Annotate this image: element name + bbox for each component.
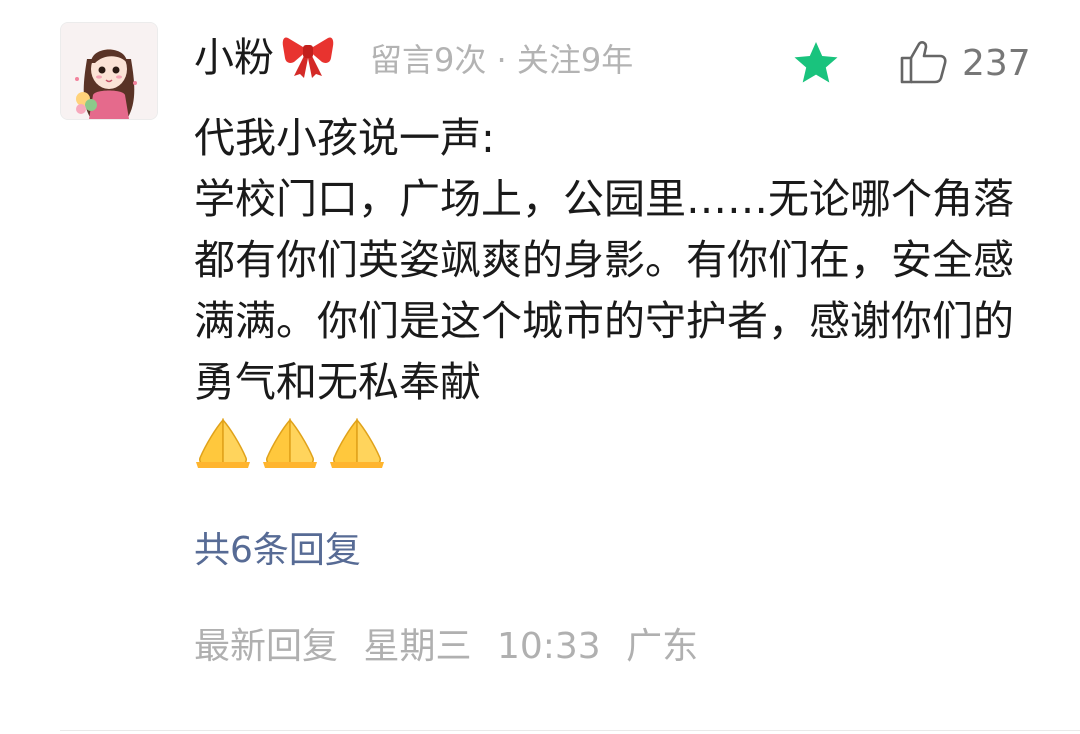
comment-body: 代我小孩说一声: 学校门口，广场上，公园里……无论哪个角落都有你们英姿飒爽的身影… bbox=[194, 108, 1024, 413]
folded-hands-emoji bbox=[263, 418, 318, 468]
comment-line: 学校门口，广场上，公园里……无论哪个角落都有你们英姿飒爽的身影。有你们在，安全感… bbox=[194, 175, 1014, 406]
latest-reply-label: 最新回复 bbox=[194, 626, 339, 667]
latest-reply-info: 最新回复 星期三 10:33 广东 bbox=[194, 622, 712, 672]
folded-hands-emoji bbox=[330, 418, 385, 468]
thumbs-up-icon bbox=[900, 41, 947, 84]
avatar-illustration bbox=[61, 23, 157, 119]
comment-line: 代我小孩说一声: bbox=[194, 114, 495, 162]
avatar[interactable] bbox=[60, 22, 158, 120]
ribbon-bow-icon bbox=[282, 37, 334, 78]
username[interactable]: 小粉 bbox=[194, 34, 274, 82]
divider bbox=[60, 730, 1080, 731]
folded-hands-emoji bbox=[196, 418, 250, 468]
latest-reply-location: 广东 bbox=[626, 626, 699, 667]
latest-reply-time: 10:33 bbox=[496, 626, 601, 667]
latest-reply-day: 星期三 bbox=[363, 626, 472, 667]
star-icon[interactable] bbox=[792, 40, 840, 86]
comment-header: 小粉 留言9次 · 关注9年 237 bbox=[194, 26, 1034, 90]
like-count: 237 bbox=[962, 43, 1031, 84]
emoji-row bbox=[194, 414, 390, 474]
view-replies-link[interactable]: 共6条回复 bbox=[194, 526, 361, 576]
comment-meta: 留言9次 · 关注9年 bbox=[370, 41, 634, 79]
